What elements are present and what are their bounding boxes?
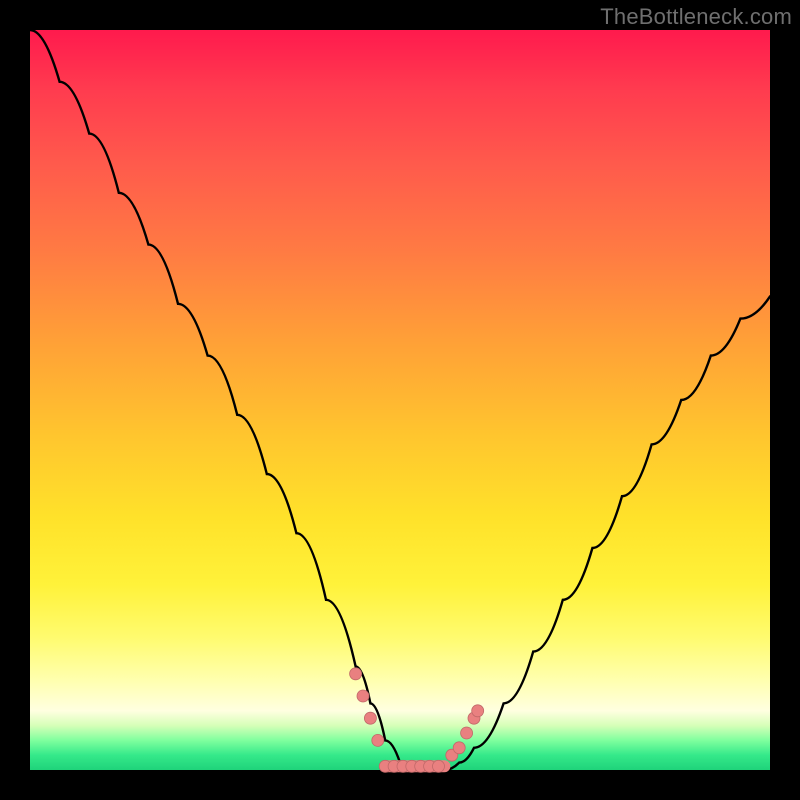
curve-layer bbox=[30, 30, 770, 770]
marker-dot bbox=[364, 712, 376, 724]
chart-frame: TheBottleneck.com bbox=[0, 0, 800, 800]
marker-dot bbox=[461, 727, 473, 739]
marker-dot bbox=[357, 690, 369, 702]
curve-markers bbox=[350, 668, 484, 773]
marker-dot bbox=[372, 734, 384, 746]
marker-dot bbox=[453, 742, 465, 754]
marker-dot bbox=[433, 760, 445, 772]
curve-path bbox=[30, 30, 770, 770]
bottleneck-curve bbox=[30, 30, 770, 770]
marker-dot bbox=[350, 668, 362, 680]
watermark-text: TheBottleneck.com bbox=[600, 4, 792, 30]
marker-dot bbox=[472, 705, 484, 717]
